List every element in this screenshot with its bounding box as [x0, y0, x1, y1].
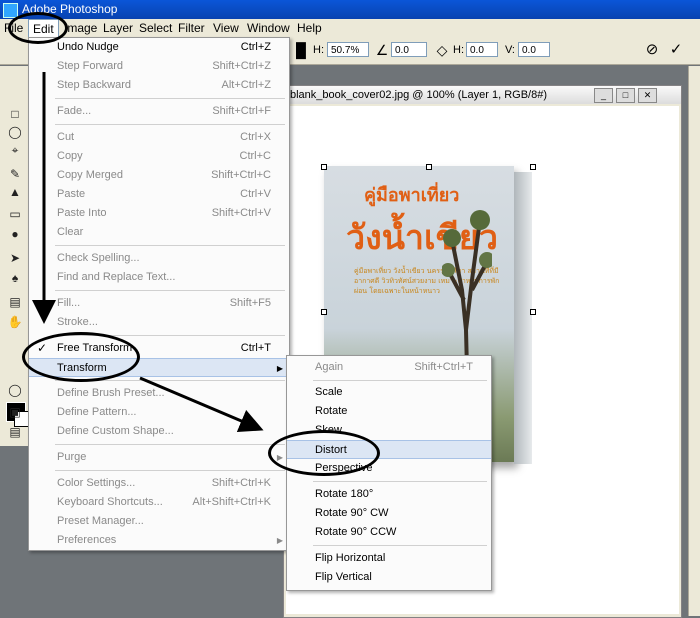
menu-item-fade[interactable]: Fade... Shift+Ctrl+F: [29, 102, 289, 121]
menu-view[interactable]: View: [209, 19, 243, 37]
menu-bar: File Edit Image Layer Select Filter View…: [0, 19, 700, 38]
menu-item-keyboard-shortcuts[interactable]: Keyboard Shortcuts... Alt+Shift+Ctrl+K: [29, 493, 289, 512]
submenu-item-rotate-180[interactable]: Rotate 180°: [287, 485, 491, 504]
submenu-item-flip-horizontal[interactable]: Flip Horizontal: [287, 549, 491, 568]
transform-handle-tr[interactable]: [530, 164, 536, 170]
menu-item-check-spelling[interactable]: Check Spelling...: [29, 249, 289, 268]
hskew-field[interactable]: 0.0: [466, 42, 498, 57]
menu-item-fill[interactable]: Fill... Shift+F5: [29, 294, 289, 313]
screen-mode-icon[interactable]: ▣: [6, 404, 24, 420]
menu-item-define-pattern[interactable]: Define Pattern...: [29, 403, 289, 422]
marquee-tool-icon[interactable]: □: [6, 106, 24, 122]
submenu-arrow-icon: ▶: [276, 536, 283, 545]
menu-item-define-brush[interactable]: Define Brush Preset...: [29, 384, 289, 403]
tools-palette: □ ◯ ⌖ ✎ ▲ ▭ ● ➤ ♠ ▤ ✋ ◯ ▣ ▤: [0, 66, 31, 446]
menu-item-purge[interactable]: Purge ▶: [29, 448, 289, 467]
menu-item-copy[interactable]: Copy Ctrl+C: [29, 147, 289, 166]
menu-item-find-replace[interactable]: Find and Replace Text...: [29, 268, 289, 287]
menu-item-color-settings[interactable]: Color Settings... Shift+Ctrl+K: [29, 474, 289, 493]
menu-layer[interactable]: Layer: [99, 19, 137, 37]
hskew-label: H:: [453, 44, 464, 56]
angle-field[interactable]: 0.0: [391, 42, 427, 57]
document-titlebar: blank_book_cover02.jpg @ 100% (Layer 1, …: [284, 86, 681, 104]
transform-handle-ml[interactable]: [321, 309, 327, 315]
lasso-tool-icon[interactable]: ◯: [6, 124, 24, 140]
minimize-button[interactable]: _: [594, 88, 613, 103]
submenu-arrow-icon: ▶: [276, 364, 283, 373]
annotation-circle-edit: [8, 12, 68, 44]
menu-separator: [55, 290, 285, 291]
menu-item-preferences[interactable]: Preferences ▶: [29, 531, 289, 550]
menu-separator: [313, 481, 487, 482]
document-title: blank_book_cover02.jpg @ 100% (Layer 1, …: [290, 89, 547, 101]
transform-handle-mr[interactable]: [530, 309, 536, 315]
submenu-item-scale[interactable]: Scale: [287, 383, 491, 402]
blur-tool-icon[interactable]: ●: [6, 226, 24, 242]
submenu-item-flip-vertical[interactable]: Flip Vertical: [287, 568, 491, 587]
menu-window[interactable]: Window: [243, 19, 294, 37]
skew-icon: ◇: [436, 42, 448, 58]
clone-tool-icon[interactable]: ▲: [6, 184, 24, 200]
menu-item-clear[interactable]: Clear: [29, 223, 289, 242]
menu-separator: [55, 124, 285, 125]
path-select-tool-icon[interactable]: ➤: [6, 250, 24, 266]
transform-handle-tc[interactable]: [426, 164, 432, 170]
menu-item-undo[interactable]: Undo Nudge Ctrl+Z: [29, 38, 289, 57]
menu-item-paste[interactable]: Paste Ctrl+V: [29, 185, 289, 204]
title-bar: Adobe Photoshop: [0, 0, 700, 19]
submenu-item-again[interactable]: Again Shift+Ctrl+T: [287, 358, 491, 377]
submenu-item-rotate-90-cw[interactable]: Rotate 90° CW: [287, 504, 491, 523]
menu-separator: [313, 545, 487, 546]
transform-handle-tl[interactable]: [321, 164, 327, 170]
maximize-button[interactable]: □: [616, 88, 635, 103]
crop-tool-icon[interactable]: ⌖: [6, 142, 24, 158]
pen-tool-icon[interactable]: ♠: [6, 270, 24, 286]
submenu-item-rotate-90-ccw[interactable]: Rotate 90° CCW: [287, 523, 491, 542]
menu-item-copy-merged[interactable]: Copy Merged Shift+Ctrl+C: [29, 166, 289, 185]
cancel-transform-icon[interactable]: ⊘: [644, 42, 660, 58]
close-button[interactable]: ✕: [638, 88, 657, 103]
menu-item-preset-manager[interactable]: Preset Manager...: [29, 512, 289, 531]
menu-item-step-backward[interactable]: Step Backward Alt+Ctrl+Z: [29, 76, 289, 95]
menu-separator: [55, 245, 285, 246]
menu-filter[interactable]: Filter: [174, 19, 209, 37]
commit-transform-icon[interactable]: ✓: [668, 42, 684, 58]
menu-help[interactable]: Help: [293, 19, 326, 37]
right-panels: [688, 66, 700, 616]
angle-icon: ∠: [375, 42, 389, 58]
jump-to-icon[interactable]: ▤: [6, 424, 24, 440]
link-icon[interactable]: █: [293, 42, 309, 58]
book-spine: [514, 172, 532, 464]
edit-menu: Undo Nudge Ctrl+Z Step Forward Shift+Ctrl+…: [28, 37, 290, 551]
annotation-circle-distort: [268, 430, 380, 476]
menu-item-cut[interactable]: Cut Ctrl+X: [29, 128, 289, 147]
quick-mask-icon[interactable]: ◯: [6, 382, 24, 398]
height-label: H:: [313, 44, 324, 56]
menu-separator: [55, 98, 285, 99]
menu-item-define-custom-shape[interactable]: Define Custom Shape...: [29, 422, 289, 441]
menu-select[interactable]: Select: [135, 19, 176, 37]
menu-separator: [55, 444, 285, 445]
vskew-label: V:: [505, 44, 515, 56]
menu-separator: [55, 470, 285, 471]
menu-separator: [313, 380, 487, 381]
notes-tool-icon[interactable]: ▤: [6, 294, 24, 310]
menu-item-step-forward[interactable]: Step Forward Shift+Ctrl+Z: [29, 57, 289, 76]
annotation-circle-transform: [22, 332, 140, 382]
healing-tool-icon[interactable]: ✎: [6, 166, 24, 182]
hand-tool-icon[interactable]: ✋: [6, 314, 24, 330]
menu-item-stroke[interactable]: Stroke...: [29, 313, 289, 332]
submenu-item-rotate[interactable]: Rotate: [287, 402, 491, 421]
vskew-field[interactable]: 0.0: [518, 42, 550, 57]
menu-item-paste-into[interactable]: Paste Into Shift+Ctrl+V: [29, 204, 289, 223]
height-field[interactable]: 50.7%: [327, 42, 369, 57]
eraser-tool-icon[interactable]: ▭: [6, 206, 24, 222]
